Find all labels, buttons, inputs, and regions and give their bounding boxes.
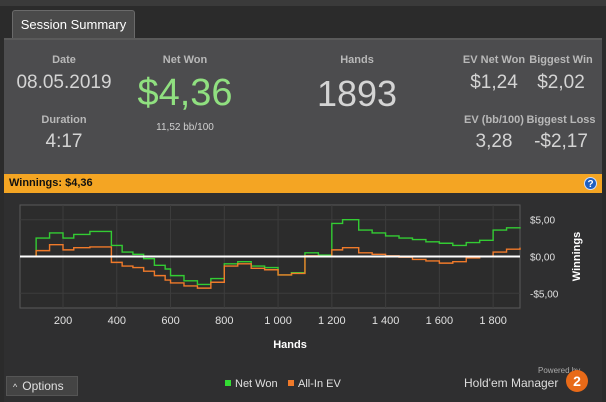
legend-allin-ev: All-In EV bbox=[288, 378, 341, 390]
chevron-up-icon: ^ bbox=[13, 382, 18, 392]
legend-net-won-swatch bbox=[225, 380, 231, 386]
x-tick-label: 1 600 bbox=[426, 315, 454, 327]
legend-allin-ev-text: All-In EV bbox=[298, 378, 341, 390]
x-tick-label: 600 bbox=[161, 315, 179, 327]
y-axis-label: Winnings bbox=[571, 232, 583, 281]
x-tick-label: 200 bbox=[54, 315, 72, 327]
hm2-logo-icon: 2 bbox=[566, 370, 588, 392]
legend-net-won: Net Won bbox=[225, 378, 278, 390]
x-tick-label: 800 bbox=[215, 315, 233, 327]
y-tick-label: -$5,00 bbox=[530, 289, 559, 300]
legend-allin-ev-swatch bbox=[288, 380, 294, 386]
winnings-chart: 200 400 600 800 1 000 1 200 1 400 1 600 1 800 $5,… bbox=[19, 204, 583, 351]
options-button[interactable]: ^ Options bbox=[6, 376, 78, 396]
x-tick-label: 1 800 bbox=[479, 315, 507, 327]
x-axis-label: Hands bbox=[273, 339, 307, 351]
x-tick-label: 1 400 bbox=[372, 315, 400, 327]
brand-name: Hold'em Manager bbox=[464, 376, 559, 390]
x-tick-label: 1 200 bbox=[318, 315, 346, 327]
options-label: Options bbox=[22, 379, 64, 393]
legend-net-won-text: Net Won bbox=[235, 378, 278, 390]
y-tick-label: $0,00 bbox=[530, 253, 555, 264]
x-tick-label: 1 000 bbox=[264, 315, 292, 327]
y-tick-label: $5,00 bbox=[530, 216, 555, 227]
x-tick-label: 400 bbox=[108, 315, 126, 327]
